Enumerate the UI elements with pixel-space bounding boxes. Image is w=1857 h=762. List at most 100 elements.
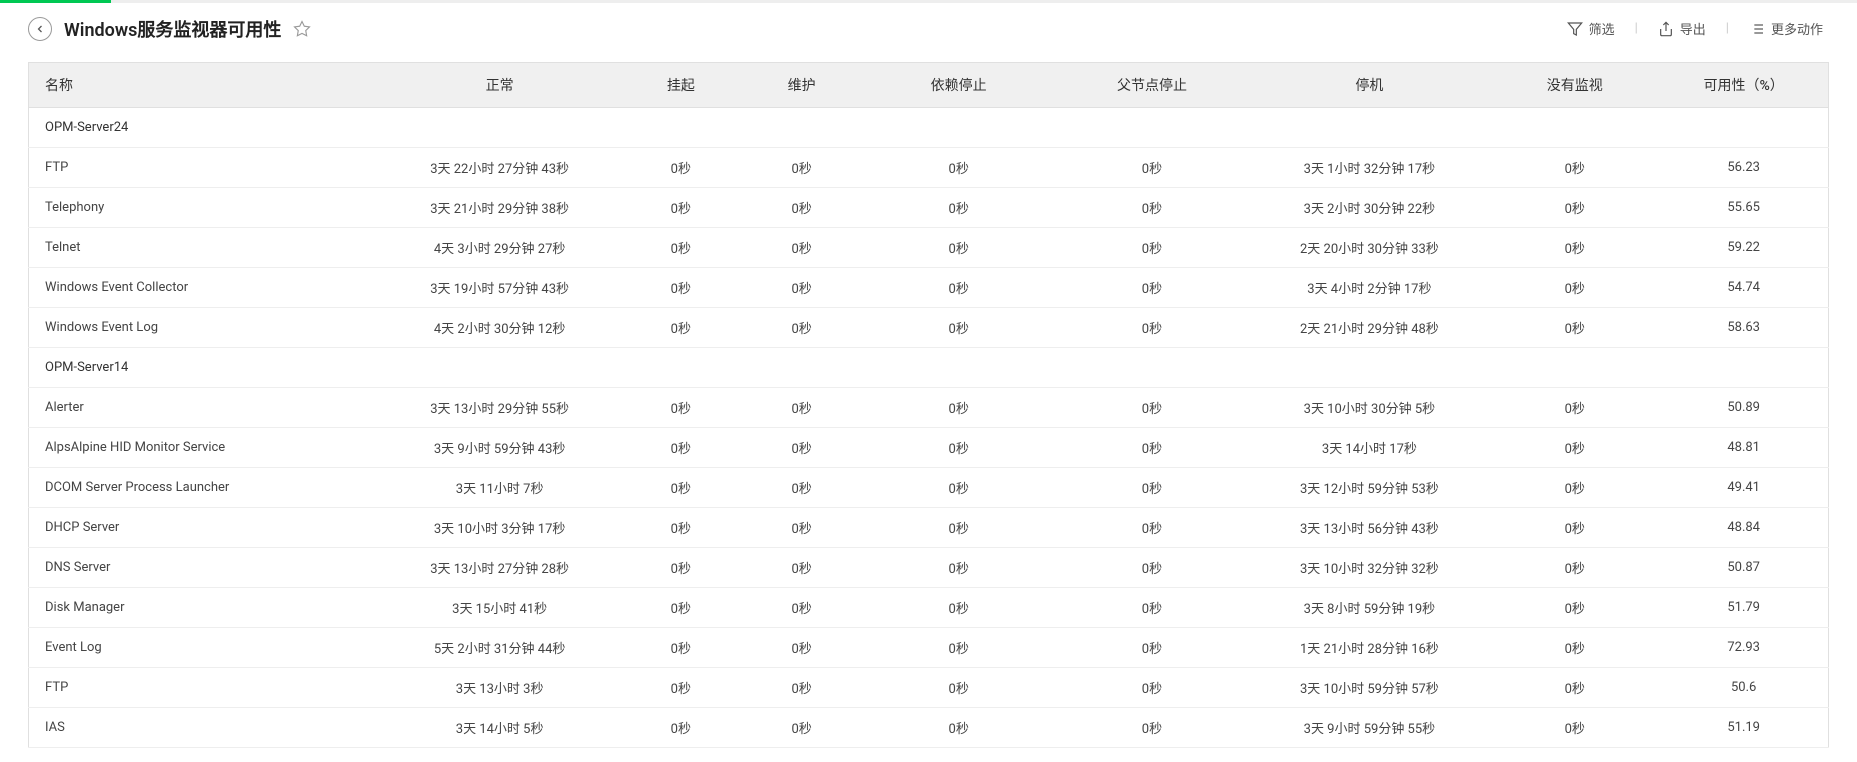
table-row[interactable]: AlpsAlpine HID Monitor Service3天 9小时 59分… (29, 428, 1829, 468)
cell-dep-stop: 0秒 (862, 228, 1055, 268)
cell-down: 3天 10小时 32分钟 32秒 (1249, 548, 1491, 588)
col-normal[interactable]: 正常 (379, 63, 621, 108)
cell-down: 3天 8小时 59分钟 19秒 (1249, 588, 1491, 628)
export-label: 导出 (1680, 19, 1706, 38)
cell-parent-stop: 0秒 (1055, 228, 1248, 268)
cell-normal: 3天 21小时 29分钟 38秒 (379, 188, 621, 228)
divider: | (1726, 21, 1729, 36)
cell-name: Windows Event Collector (29, 268, 379, 308)
cell-parent-stop: 0秒 (1055, 428, 1248, 468)
cell-dep-stop: 0秒 (862, 188, 1055, 228)
col-suspend[interactable]: 挂起 (620, 63, 741, 108)
cell-no-monitor: 0秒 (1490, 628, 1659, 668)
cell-name: Disk Manager (29, 588, 379, 628)
cell-availability: 51.79 (1659, 588, 1828, 628)
cell-no-monitor: 0秒 (1490, 468, 1659, 508)
cell-dep-stop: 0秒 (862, 468, 1055, 508)
cell-down: 3天 2小时 30分钟 22秒 (1249, 188, 1491, 228)
cell-availability: 48.81 (1659, 428, 1828, 468)
col-availability[interactable]: 可用性（%） (1659, 63, 1828, 108)
back-button[interactable] (28, 17, 52, 41)
table-row[interactable]: Windows Event Log4天 2小时 30分钟 12秒0秒0秒0秒0秒… (29, 308, 1829, 348)
filter-label: 筛选 (1589, 19, 1615, 38)
cell-name: AlpsAlpine HID Monitor Service (29, 428, 379, 468)
cell-normal: 4天 3小时 29分钟 27秒 (379, 228, 621, 268)
col-down[interactable]: 停机 (1249, 63, 1491, 108)
cell-name: Windows Event Log (29, 308, 379, 348)
cell-normal: 3天 14小时 5秒 (379, 708, 621, 748)
cell-down: 1天 21小时 28分钟 16秒 (1249, 628, 1491, 668)
cell-down: 3天 12小时 59分钟 53秒 (1249, 468, 1491, 508)
table-row[interactable]: Windows Event Collector3天 19小时 57分钟 43秒0… (29, 268, 1829, 308)
header-left: Windows服务监视器可用性 (28, 16, 311, 42)
cell-down: 3天 10小时 59分钟 57秒 (1249, 668, 1491, 708)
cell-suspend: 0秒 (620, 268, 741, 308)
cell-dep-stop: 0秒 (862, 308, 1055, 348)
table-row[interactable]: FTP3天 22小时 27分钟 43秒0秒0秒0秒0秒3天 1小时 32分钟 1… (29, 148, 1829, 188)
group-row[interactable]: OPM-Server24 (29, 108, 1829, 148)
cell-no-monitor: 0秒 (1490, 268, 1659, 308)
table-row[interactable]: Telnet4天 3小时 29分钟 27秒0秒0秒0秒0秒2天 20小时 30分… (29, 228, 1829, 268)
favorite-button[interactable] (293, 20, 311, 38)
cell-name: FTP (29, 148, 379, 188)
cell-dep-stop: 0秒 (862, 148, 1055, 188)
col-parent-stop[interactable]: 父节点停止 (1055, 63, 1248, 108)
cell-suspend: 0秒 (620, 468, 741, 508)
cell-suspend: 0秒 (620, 508, 741, 548)
more-actions-button[interactable]: 更多动作 (1743, 15, 1829, 42)
table-row[interactable]: Event Log5天 2小时 31分钟 44秒0秒0秒0秒0秒1天 21小时 … (29, 628, 1829, 668)
table-row[interactable]: DHCP Server3天 10小时 3分钟 17秒0秒0秒0秒0秒3天 13小… (29, 508, 1829, 548)
cell-maintenance: 0秒 (741, 308, 862, 348)
cell-maintenance: 0秒 (741, 708, 862, 748)
cell-availability: 50.87 (1659, 548, 1828, 588)
cell-suspend: 0秒 (620, 708, 741, 748)
cell-availability: 50.6 (1659, 668, 1828, 708)
cell-name: DHCP Server (29, 508, 379, 548)
table-row[interactable]: Disk Manager3天 15小时 41秒0秒0秒0秒0秒3天 8小时 59… (29, 588, 1829, 628)
filter-button[interactable]: 筛选 (1561, 15, 1621, 42)
cell-maintenance: 0秒 (741, 668, 862, 708)
table-row[interactable]: DNS Server3天 13小时 27分钟 28秒0秒0秒0秒0秒3天 10小… (29, 548, 1829, 588)
cell-no-monitor: 0秒 (1490, 428, 1659, 468)
cell-suspend: 0秒 (620, 228, 741, 268)
cell-no-monitor: 0秒 (1490, 668, 1659, 708)
table-body: OPM-Server24FTP3天 22小时 27分钟 43秒0秒0秒0秒0秒3… (29, 108, 1829, 748)
cell-down: 3天 13小时 56分钟 43秒 (1249, 508, 1491, 548)
cell-maintenance: 0秒 (741, 148, 862, 188)
cell-parent-stop: 0秒 (1055, 668, 1248, 708)
cell-normal: 3天 19小时 57分钟 43秒 (379, 268, 621, 308)
cell-normal: 3天 13小时 27分钟 28秒 (379, 548, 621, 588)
cell-name: IAS (29, 708, 379, 748)
col-no-monitor[interactable]: 没有监视 (1490, 63, 1659, 108)
cell-down: 2天 21小时 29分钟 48秒 (1249, 308, 1491, 348)
page-title: Windows服务监视器可用性 (64, 16, 281, 42)
cell-dep-stop: 0秒 (862, 628, 1055, 668)
cell-maintenance: 0秒 (741, 468, 862, 508)
cell-down: 3天 10小时 30分钟 5秒 (1249, 388, 1491, 428)
col-maintenance[interactable]: 维护 (741, 63, 862, 108)
table-row[interactable]: Alerter3天 13小时 29分钟 55秒0秒0秒0秒0秒3天 10小时 3… (29, 388, 1829, 428)
cell-maintenance: 0秒 (741, 228, 862, 268)
cell-dep-stop: 0秒 (862, 268, 1055, 308)
table-row[interactable]: FTP3天 13小时 3秒0秒0秒0秒0秒3天 10小时 59分钟 57秒0秒5… (29, 668, 1829, 708)
cell-no-monitor: 0秒 (1490, 308, 1659, 348)
group-name: OPM-Server14 (29, 348, 1829, 388)
cell-dep-stop: 0秒 (862, 388, 1055, 428)
col-dep-stop[interactable]: 依赖停止 (862, 63, 1055, 108)
chevron-left-icon (34, 23, 46, 35)
cell-parent-stop: 0秒 (1055, 508, 1248, 548)
table-row[interactable]: Telephony3天 21小时 29分钟 38秒0秒0秒0秒0秒3天 2小时 … (29, 188, 1829, 228)
col-name[interactable]: 名称 (29, 63, 379, 108)
more-label: 更多动作 (1771, 19, 1823, 38)
cell-suspend: 0秒 (620, 148, 741, 188)
cell-normal: 3天 15小时 41秒 (379, 588, 621, 628)
group-row[interactable]: OPM-Server14 (29, 348, 1829, 388)
cell-maintenance: 0秒 (741, 188, 862, 228)
cell-down: 2天 20小时 30分钟 33秒 (1249, 228, 1491, 268)
cell-normal: 3天 13小时 3秒 (379, 668, 621, 708)
export-icon (1658, 21, 1674, 37)
cell-availability: 72.93 (1659, 628, 1828, 668)
export-button[interactable]: 导出 (1652, 15, 1712, 42)
table-row[interactable]: DCOM Server Process Launcher3天 11小时 7秒0秒… (29, 468, 1829, 508)
table-row[interactable]: IAS3天 14小时 5秒0秒0秒0秒0秒3天 9小时 59分钟 55秒0秒51… (29, 708, 1829, 748)
